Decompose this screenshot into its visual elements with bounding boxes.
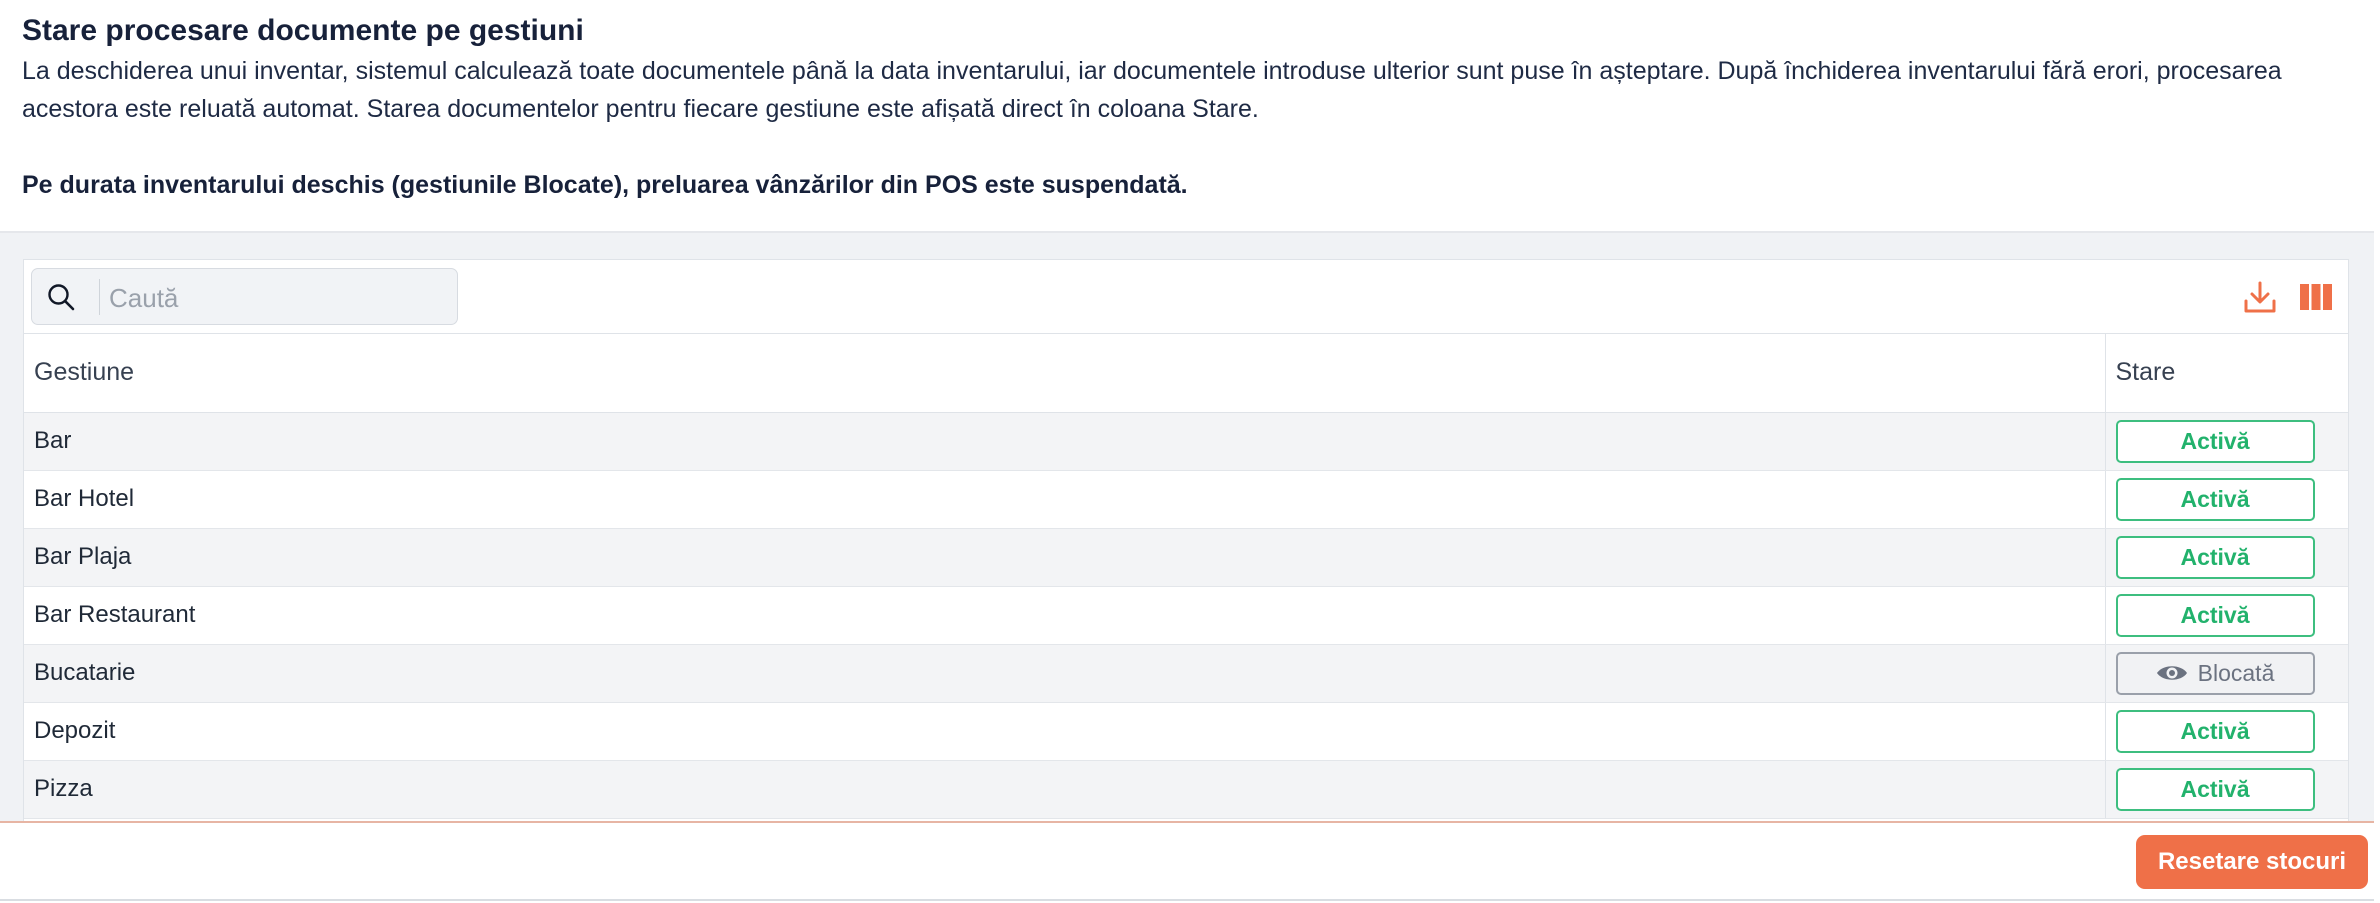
info-section: Stare procesare documente pe gestiuni La… xyxy=(0,0,2374,233)
gestiune-cell: Bucatarie xyxy=(24,644,2105,703)
stare-cell: Activă xyxy=(2104,470,2348,529)
status-label: Activă xyxy=(2180,775,2250,802)
table-row[interactable]: Bar Hotel Activă xyxy=(24,470,2348,529)
table-row[interactable]: Pizza Activă xyxy=(24,760,2348,819)
columns-icon[interactable] xyxy=(2299,280,2333,314)
table-row[interactable]: Depozit Activă xyxy=(24,702,2348,761)
stare-cell: Blocată xyxy=(2104,644,2348,703)
status-badge-active[interactable]: Activă xyxy=(2115,419,2315,463)
download-icon[interactable] xyxy=(2243,280,2277,314)
stare-cell: Activă xyxy=(2104,528,2348,587)
search-box xyxy=(31,268,458,325)
pos-suspension-note: Pe durata inventarului deschis (gestiuni… xyxy=(22,171,1188,199)
gestiune-cell: Bar xyxy=(24,412,2105,471)
footer-bar: Resetare stocuri xyxy=(0,821,2374,901)
page-description: La deschiderea unui inventar, sistemul c… xyxy=(22,57,2282,123)
table-row[interactable]: Bucatarie Blocată xyxy=(24,644,2348,703)
status-badge-active[interactable]: Activă xyxy=(2115,477,2315,521)
grid-panel: Gestiune Stare Bar Activă Bar Hotel xyxy=(23,259,2349,859)
status-badge-blocked[interactable]: Blocată xyxy=(2115,651,2315,695)
status-badge-active[interactable]: Activă xyxy=(2115,593,2315,637)
stare-cell: Activă xyxy=(2104,760,2348,819)
status-label: Activă xyxy=(2180,427,2250,454)
search-input[interactable] xyxy=(107,277,441,319)
table-header-row: Gestiune Stare xyxy=(24,334,2348,413)
status-badge-active[interactable]: Activă xyxy=(2115,767,2315,811)
grid-toolbar xyxy=(24,260,2348,334)
gestiuni-table: Gestiune Stare Bar Activă Bar Hotel Acti… xyxy=(24,334,2348,819)
gestiune-cell: Bar Plaja xyxy=(24,528,2105,587)
gestiune-cell: Pizza xyxy=(24,760,2105,819)
content-area: Gestiune Stare Bar Activă Bar Hotel xyxy=(0,233,2374,859)
stare-cell: Activă xyxy=(2104,412,2348,471)
stare-cell: Activă xyxy=(2104,702,2348,761)
stare-cell: Activă xyxy=(2104,586,2348,645)
status-badge-active[interactable]: Activă xyxy=(2115,535,2315,579)
status-label: Activă xyxy=(2180,543,2250,570)
column-header-gestiune[interactable]: Gestiune xyxy=(24,334,2105,413)
status-label: Activă xyxy=(2180,485,2250,512)
gestiune-cell: Bar Hotel xyxy=(24,470,2105,529)
eye-icon xyxy=(2156,666,2187,680)
status-label: Activă xyxy=(2180,601,2250,628)
table-row[interactable]: Bar Plaja Activă xyxy=(24,528,2348,587)
table-row[interactable]: Bar Restaurant Activă xyxy=(24,586,2348,645)
page-title: Stare procesare documente pe gestiuni xyxy=(22,14,584,47)
search-separator xyxy=(99,279,100,315)
status-label: Blocată xyxy=(2197,659,2275,686)
column-header-stare[interactable]: Stare xyxy=(2104,334,2348,413)
reset-stocks-button[interactable]: Resetare stocuri xyxy=(2136,835,2368,889)
table-row[interactable]: Bar Activă xyxy=(24,412,2348,471)
gestiune-cell: Bar Restaurant xyxy=(24,586,2105,645)
gestiune-cell: Depozit xyxy=(24,702,2105,761)
search-icon[interactable] xyxy=(46,282,76,312)
status-label: Activă xyxy=(2180,717,2250,744)
status-badge-active[interactable]: Activă xyxy=(2115,709,2315,753)
page: Stare procesare documente pe gestiuni La… xyxy=(0,0,2380,903)
